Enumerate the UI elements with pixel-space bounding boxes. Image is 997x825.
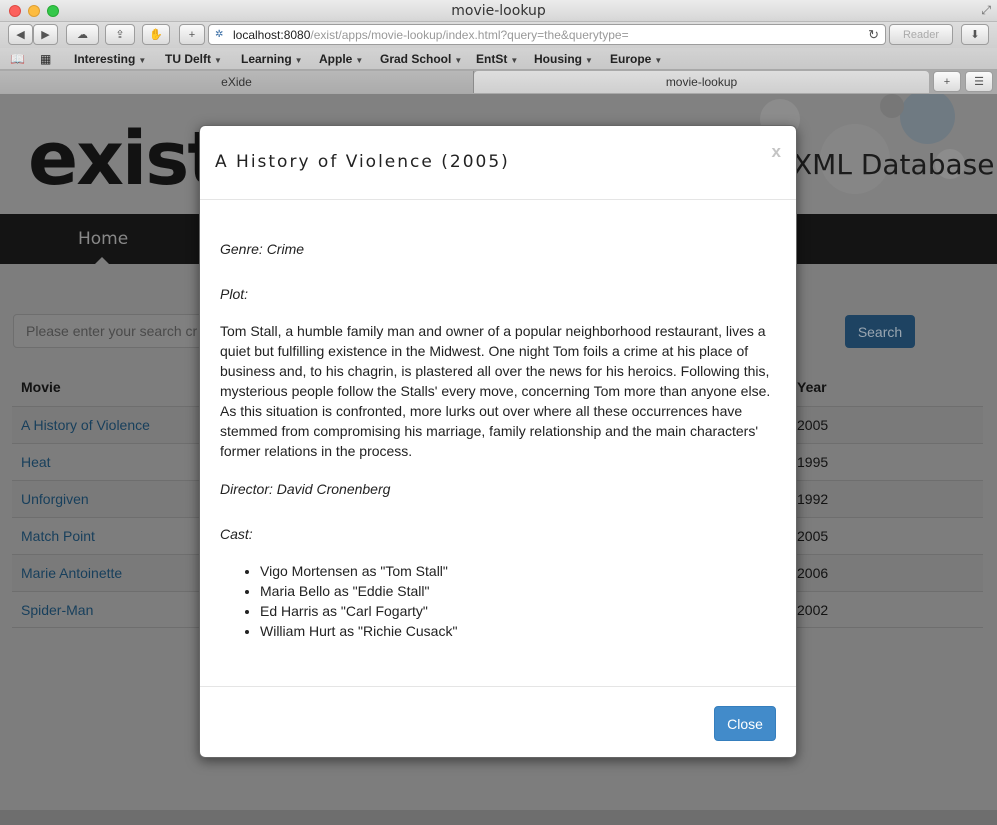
movie-link[interactable]: Match Point [21, 528, 95, 544]
new-tab-toolbar-button[interactable]: + [179, 24, 205, 45]
bookmark-learning[interactable]: Learning ▼ [241, 52, 303, 66]
back-button[interactable]: ◀ [8, 24, 33, 45]
caret-down-icon: ▼ [138, 56, 147, 65]
bookmark-label: Interesting [74, 52, 136, 66]
nav-home[interactable]: Home [78, 229, 128, 249]
cast-item: Vigo Mortensen as "Tom Stall" [260, 561, 457, 581]
caret-down-icon: ▼ [454, 56, 463, 65]
movie-year: 2005 [797, 528, 829, 544]
logo-text: exist [28, 116, 223, 202]
movie-link[interactable]: Unforgiven [21, 491, 89, 507]
movie-link[interactable]: Marie Antoinette [21, 565, 122, 581]
reading-list-icon[interactable]: 📖 [10, 52, 25, 66]
bookmark-label: TU Delft [165, 52, 211, 66]
movie-link[interactable]: Heat [21, 454, 51, 470]
plus-icon: + [188, 28, 196, 41]
forward-button[interactable]: ▶ [33, 24, 58, 45]
cast-label: Cast: [220, 526, 253, 542]
cast-item: Maria Bello as "Eddie Stall" [260, 581, 457, 601]
bookmark-grad-school[interactable]: Grad School ▼ [380, 52, 462, 66]
movie-director: Director: David Cronenberg [220, 481, 391, 497]
movie-link[interactable]: Spider-Man [21, 602, 93, 618]
movie-year: 1995 [797, 454, 829, 470]
forward-arrow-icon: ▶ [41, 29, 50, 41]
movie-year: 2006 [797, 565, 829, 581]
tab-movie-lookup[interactable]: movie-lookup [474, 71, 929, 93]
movie-plot: Tom Stall, a humble family man and owner… [220, 323, 771, 459]
modal-close-icon[interactable]: x [772, 142, 781, 162]
site-favicon-icon: ✲ [215, 29, 224, 40]
modal-footer: Close [200, 686, 796, 759]
header-tagline: XML Database [793, 148, 995, 181]
address-host: localhost:8080 [233, 27, 311, 42]
top-sites-icon[interactable]: ▦ [40, 52, 51, 66]
bookmark-label: Europe [610, 52, 652, 66]
plus-icon: + [943, 75, 951, 88]
reload-icon[interactable]: ↻ [868, 27, 879, 43]
tab-overview-button[interactable]: ☰ [965, 71, 993, 92]
hand-icon: ✋ [149, 29, 163, 41]
exist-logo: exist [28, 116, 223, 202]
bookmark-entst[interactable]: EntSt ▼ [476, 52, 518, 66]
tab-bar: eXide movie-lookup + ☰ [0, 70, 997, 94]
plot-label: Plot: [220, 286, 249, 302]
cast-item: William Hurt as "Richie Cusack" [260, 621, 457, 641]
column-header-movie: Movie [21, 379, 61, 395]
share-button[interactable]: ⇪ [105, 24, 135, 45]
caret-down-icon: ▼ [510, 56, 519, 65]
address-bar[interactable]: ✲ localhost:8080/exist/apps/movie-lookup… [208, 24, 886, 45]
window-title: movie-lookup [451, 3, 546, 19]
decor-bubble [900, 94, 955, 144]
caret-down-icon: ▼ [294, 56, 303, 65]
icloud-tabs-button[interactable]: ☁ [66, 24, 99, 45]
cloud-icon: ☁ [77, 29, 88, 41]
address-path: /exist/apps/movie-lookup/index.html?quer… [310, 27, 629, 42]
caret-down-icon: ▼ [585, 56, 593, 65]
caret-down-icon: ▼ [654, 56, 663, 65]
search-button[interactable]: Search [845, 315, 915, 348]
bookmark-housing[interactable]: Housing ▼ [534, 52, 593, 66]
caret-down-icon: ▼ [214, 56, 222, 65]
tab-exide[interactable]: eXide [0, 71, 474, 93]
bookmark-label: Apple [319, 52, 353, 66]
movie-detail-modal: A History of Violence (2005) x Genre: Cr… [199, 125, 797, 758]
new-tab-button[interactable]: + [933, 71, 961, 92]
movie-year: 1992 [797, 491, 829, 507]
download-icon: ⬇ [970, 29, 980, 41]
browser-toolbar: ◀ ▶ ☁ ⇪ ✋ + ✲ localhost:8080/exist/apps/… [0, 22, 997, 48]
bookmarks-bar: 📖 ▦ Interesting ▼ TU Delft ▼ Learning ▼ App… [0, 48, 997, 70]
fullscreen-icon[interactable]: ⤢ [981, 3, 991, 18]
bookmark-label: Grad School [380, 52, 452, 66]
search-input[interactable]: Please enter your search cr [13, 314, 213, 348]
caret-down-icon: ▼ [355, 56, 364, 65]
share-icon: ⇪ [115, 29, 125, 41]
bookmark-europe[interactable]: Europe ▼ [610, 52, 662, 66]
privacy-button[interactable]: ✋ [142, 24, 170, 45]
tab-list-icon: ☰ [974, 76, 984, 88]
movie-year: 2002 [797, 602, 829, 618]
bookmark-tu-delft[interactable]: TU Delft ▼ [165, 52, 222, 66]
modal-header: A History of Violence (2005) x [200, 126, 796, 200]
movie-genre: Genre: Crime [220, 241, 305, 257]
modal-title: A History of Violence (2005) [215, 152, 510, 172]
cast-item: Ed Harris as "Carl Fogarty" [260, 601, 457, 621]
movie-year: 2005 [797, 417, 829, 433]
decor-bubble [880, 94, 904, 118]
column-header-year: Year [797, 379, 827, 395]
nav-active-caret [95, 257, 109, 264]
close-button[interactable]: Close [714, 706, 776, 741]
window-titlebar: movie-lookup ⤢ [0, 0, 997, 22]
back-arrow-icon: ◀ [16, 29, 25, 41]
downloads-button[interactable]: ⬇ [961, 24, 989, 45]
bookmark-label: Housing [534, 52, 582, 66]
movie-link[interactable]: A History of Violence [21, 417, 150, 433]
page-bottom-bar [0, 810, 997, 825]
bookmark-label: EntSt [476, 52, 508, 66]
bookmark-apple[interactable]: Apple ▼ [319, 52, 363, 66]
reader-button[interactable]: Reader [889, 24, 953, 45]
cast-list: Vigo Mortensen as "Tom Stall" Maria Bell… [260, 561, 457, 641]
bookmark-interesting[interactable]: Interesting ▼ [74, 52, 146, 66]
bookmark-label: Learning [241, 52, 292, 66]
